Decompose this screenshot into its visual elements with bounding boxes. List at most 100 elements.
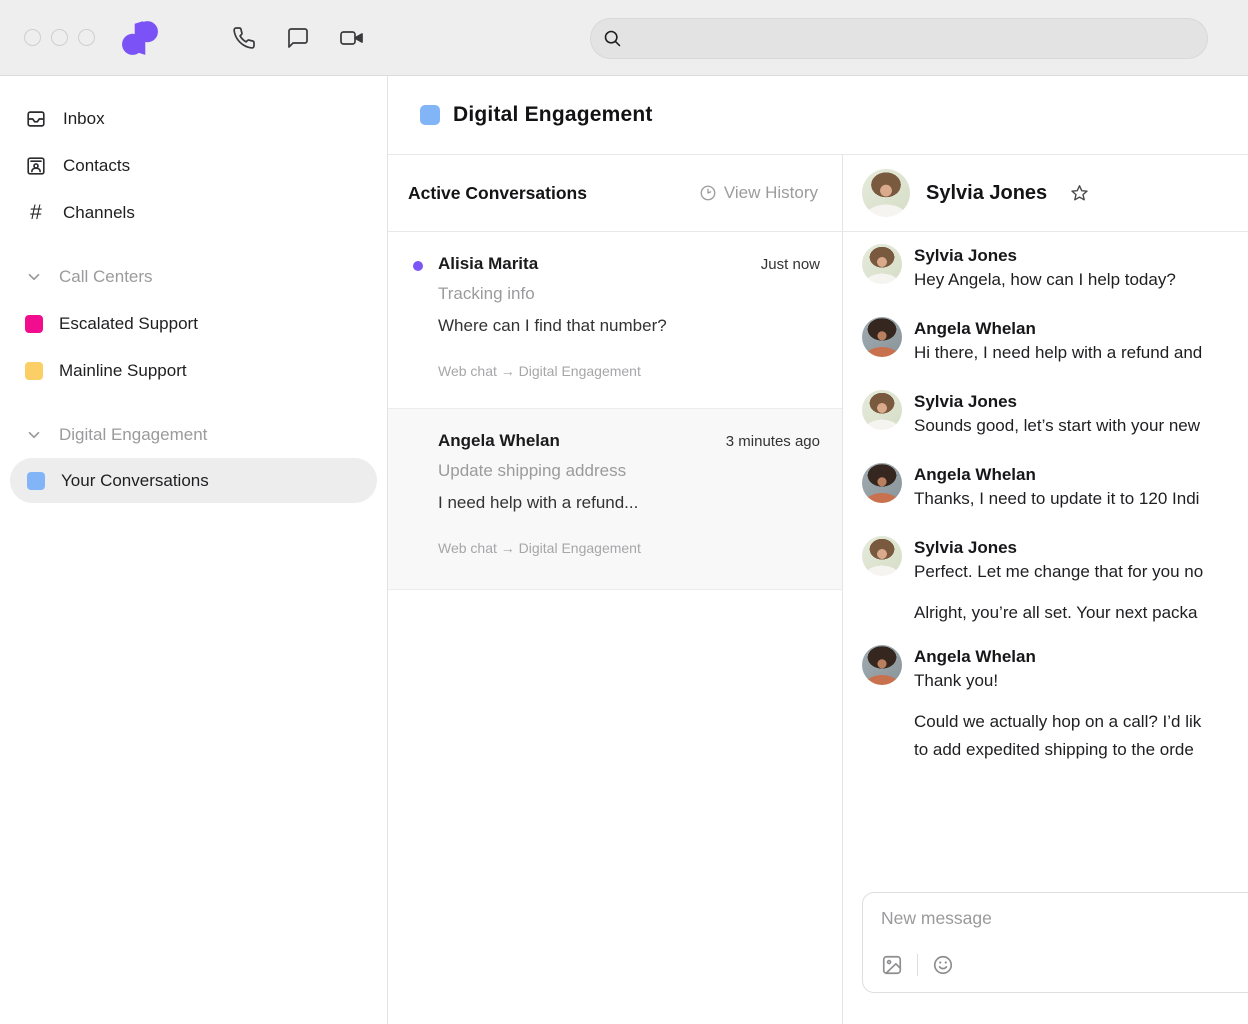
- avatar: [862, 390, 902, 430]
- sidebar-item-label: Channels: [63, 203, 135, 223]
- sidebar-item-contacts[interactable]: Contacts: [0, 142, 387, 189]
- divider: [917, 954, 918, 976]
- message: Angela Whelan Thanks, I need to update i…: [862, 463, 1248, 513]
- avatar: [862, 244, 902, 284]
- message-composer[interactable]: [862, 892, 1248, 993]
- section-label: Digital Engagement: [59, 425, 207, 445]
- messages-icon[interactable]: [285, 25, 311, 51]
- conversation-preview: Where can I find that number?: [438, 316, 820, 336]
- conversation-source: Web chat → Digital Engagement: [438, 540, 820, 556]
- channel-color-swatch: [27, 472, 45, 490]
- message: Angela Whelan Hi there, I need help with…: [862, 317, 1248, 367]
- sidebar-section-digital-engagement[interactable]: Digital Engagement: [0, 411, 387, 458]
- sidebar-item-label: Escalated Support: [59, 314, 198, 334]
- channel-color-swatch: [420, 105, 440, 125]
- message-text: Hi there, I need help with a refund and: [914, 339, 1202, 367]
- avatar: [862, 645, 902, 685]
- conversation-item[interactable]: Alisia Marita Just now Tracking info Whe…: [388, 232, 842, 409]
- global-search[interactable]: [590, 18, 1208, 59]
- chat-header: Sylvia Jones: [843, 155, 1248, 232]
- message-sender: Sylvia Jones: [914, 391, 1200, 412]
- global-search-input[interactable]: [631, 19, 1207, 58]
- view-history-button[interactable]: View History: [699, 183, 818, 203]
- message-sender: Angela Whelan: [914, 646, 1036, 667]
- dialpad-logo-icon: [121, 20, 159, 56]
- contacts-icon: [25, 155, 47, 177]
- window-control-maximize[interactable]: [78, 29, 95, 46]
- window-control-close[interactable]: [24, 29, 41, 46]
- message-text: Perfect. Let me change that for you no: [914, 558, 1203, 586]
- conversation-time: 3 minutes ago: [726, 433, 820, 450]
- chat-pane: Sylvia Jones Sylvia Jones Hey Angela, ho…: [843, 155, 1248, 1024]
- avatar: [862, 317, 902, 357]
- message-text: Hey Angela, how can I help today?: [914, 266, 1176, 294]
- avatar: [862, 536, 902, 576]
- sidebar-item-your-conversations[interactable]: Your Conversations: [10, 458, 377, 503]
- conversation-subject: Tracking info: [438, 284, 820, 304]
- new-message-input[interactable]: [881, 908, 1248, 929]
- unread-indicator: [413, 261, 423, 271]
- sidebar-item-escalated-support[interactable]: Escalated Support: [0, 300, 387, 347]
- sidebar-item-label: Contacts: [63, 156, 130, 176]
- message-sender: Sylvia Jones: [914, 537, 1203, 558]
- channel-color-swatch: [25, 362, 43, 380]
- conversation-time: Just now: [761, 256, 820, 273]
- view-history-label: View History: [724, 183, 818, 203]
- conversation-list: Active Conversations View History Alisia…: [388, 155, 843, 1024]
- main-pane: Digital Engagement Active Conversations …: [388, 76, 1248, 1024]
- message-text: Could we actually hop on a call? I’d lik: [914, 708, 1201, 736]
- phone-icon[interactable]: [231, 25, 257, 51]
- sidebar-item-channels[interactable]: # Channels: [0, 189, 387, 236]
- message-text: Sounds good, let’s start with your new: [914, 412, 1200, 440]
- conversation-name: Angela Whelan: [438, 431, 560, 451]
- sidebar-section-call-centers[interactable]: Call Centers: [0, 253, 387, 300]
- message-continuation: Could we actually hop on a call? I’d lik…: [862, 707, 1248, 764]
- message: Sylvia Jones Sounds good, let’s start wi…: [862, 390, 1248, 440]
- message-text: Thanks, I need to update it to 120 Indi: [914, 485, 1199, 513]
- chevron-down-icon: [25, 426, 43, 444]
- sidebar: Inbox Contacts # Channels Call Centers: [0, 76, 388, 1024]
- video-call-icon[interactable]: [339, 25, 365, 51]
- hash-icon: #: [25, 202, 47, 224]
- star-icon[interactable]: [1069, 183, 1090, 204]
- emoji-icon[interactable]: [932, 954, 954, 976]
- sidebar-item-label: Mainline Support: [59, 361, 187, 381]
- chevron-down-icon: [25, 268, 43, 286]
- attach-image-icon[interactable]: [881, 954, 903, 976]
- message-text: Alright, you’re all set. Your next packa: [914, 599, 1198, 627]
- message: Sylvia Jones Hey Angela, how can I help …: [862, 244, 1248, 294]
- message-list: Sylvia Jones Hey Angela, how can I help …: [843, 232, 1248, 892]
- message-continuation: Alright, you’re all set. Your next packa: [862, 598, 1248, 627]
- sidebar-item-mainline-support[interactable]: Mainline Support: [0, 347, 387, 394]
- section-label: Call Centers: [59, 267, 153, 287]
- sidebar-item-label: Your Conversations: [61, 471, 209, 491]
- inbox-icon: [25, 108, 47, 130]
- topbar-actions: [231, 25, 365, 51]
- conversation-list-header: Active Conversations View History: [388, 155, 842, 232]
- app-window: Inbox Contacts # Channels Call Centers: [0, 0, 1248, 1024]
- message-text: Thank you!: [914, 667, 1036, 695]
- message-sender: Sylvia Jones: [914, 245, 1176, 266]
- message: Sylvia Jones Perfect. Let me change that…: [862, 536, 1248, 586]
- message-text: to add expedited shipping to the orde: [914, 736, 1201, 764]
- composer-actions: [881, 954, 1248, 976]
- window-control-minimize[interactable]: [51, 29, 68, 46]
- conversation-subject: Update shipping address: [438, 461, 820, 481]
- message-sender: Angela Whelan: [914, 318, 1202, 339]
- conversation-source: Web chat → Digital Engagement: [438, 363, 820, 379]
- list-title: Active Conversations: [408, 183, 587, 204]
- sidebar-item-inbox[interactable]: Inbox: [0, 95, 387, 142]
- topbar: [0, 0, 1248, 76]
- window-controls: [24, 29, 95, 46]
- avatar: [862, 169, 910, 217]
- conversation-name: Alisia Marita: [438, 254, 538, 274]
- avatar: [862, 463, 902, 503]
- message: Angela Whelan Thank you!: [862, 645, 1248, 695]
- page-header: Digital Engagement: [388, 76, 1248, 155]
- page-title: Digital Engagement: [453, 103, 653, 127]
- conversation-preview: I need help with a refund...: [438, 493, 820, 513]
- channel-color-swatch: [25, 315, 43, 333]
- chat-contact-name: Sylvia Jones: [926, 182, 1047, 205]
- sidebar-item-label: Inbox: [63, 109, 105, 129]
- conversation-item[interactable]: Angela Whelan 3 minutes ago Update shipp…: [388, 409, 842, 590]
